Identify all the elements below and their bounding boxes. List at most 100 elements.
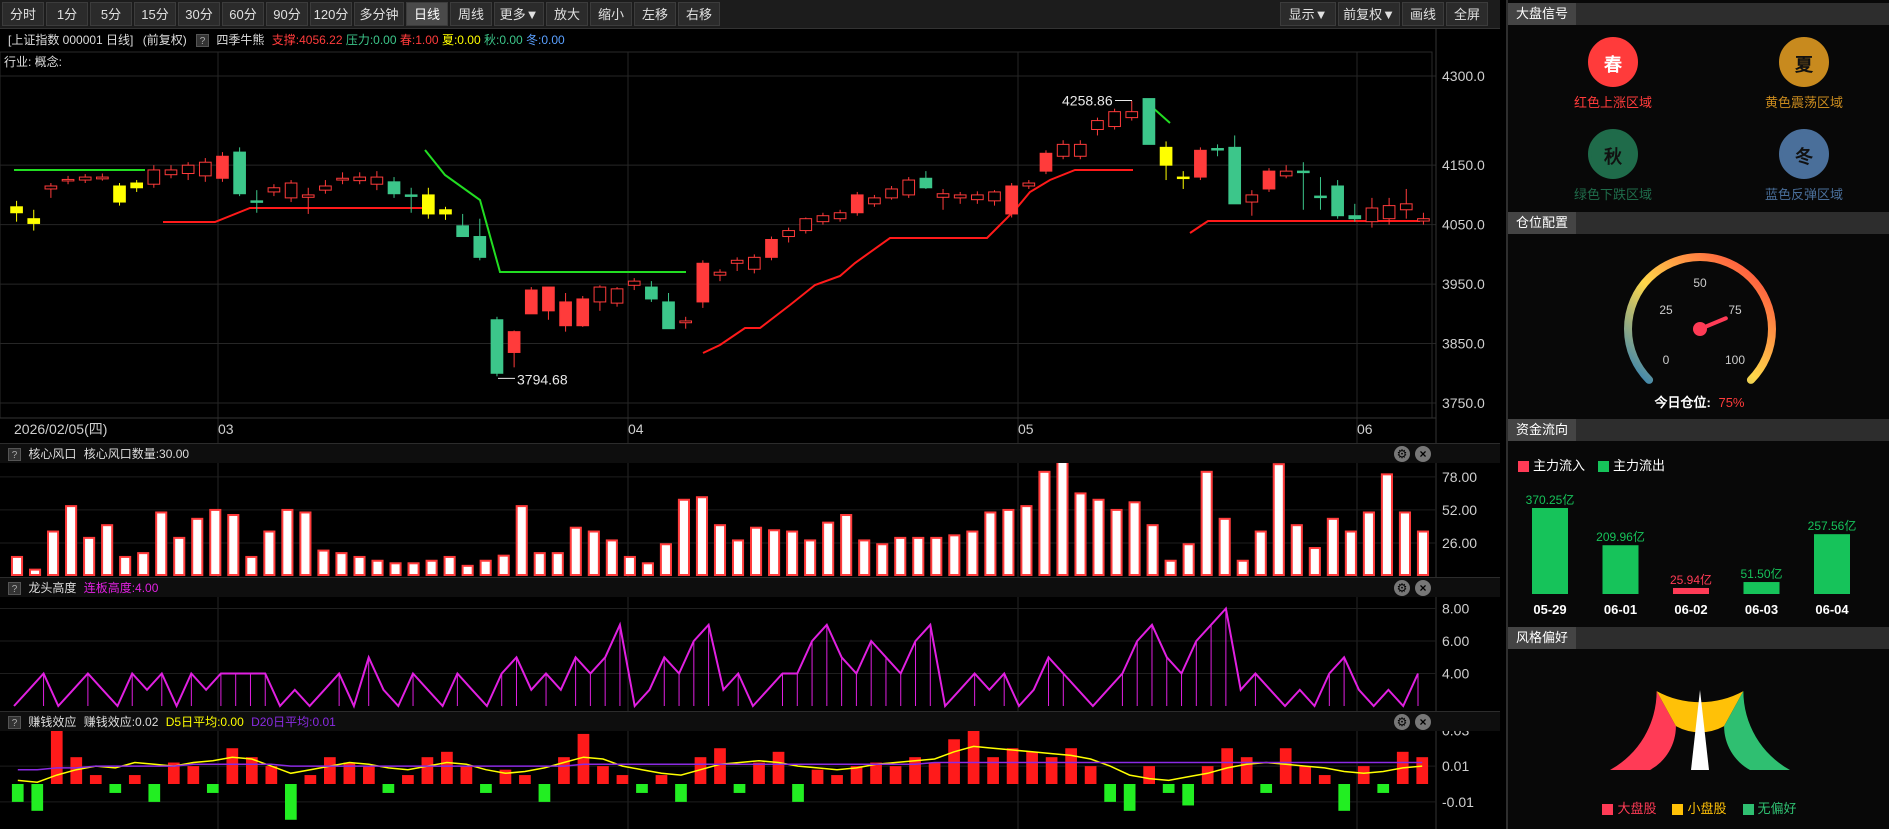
- panel3-bar-56: [1104, 784, 1116, 802]
- candle-60: [1039, 150, 1053, 175]
- period-button-13[interactable]: 缩小: [590, 2, 632, 26]
- panel1-bar-13: [245, 555, 258, 576]
- help-icon[interactable]: ?: [196, 34, 210, 48]
- period-button-1[interactable]: 1分: [46, 2, 88, 26]
- period-button-15[interactable]: 右移: [678, 2, 720, 26]
- candle-15: [267, 184, 281, 197]
- panel2-help-icon[interactable]: ?: [8, 582, 21, 596]
- panel3-bar-30: [597, 766, 609, 784]
- candle-32: [559, 293, 572, 332]
- period-button-4[interactable]: 30分: [178, 2, 220, 26]
- period-button-10[interactable]: 周线: [450, 2, 492, 26]
- panel3-close-icon[interactable]: ×: [1415, 714, 1431, 730]
- right-sidebar: 大盘信号 春红色上涨区域 夏黄色震荡区域秋绿色下跌区域 冬蓝色反弹区域 仓位配置 0…: [1506, 0, 1889, 829]
- candle-body: [507, 331, 521, 353]
- period-button-0[interactable]: 分时: [2, 2, 44, 26]
- candle-body: [301, 194, 315, 198]
- period-button-9[interactable]: 日线: [406, 2, 448, 26]
- candle-body: [147, 169, 161, 185]
- summer-value: 夏:0.00: [441, 33, 481, 47]
- flow-date-3: 06-03: [1745, 602, 1778, 617]
- candle-41: [713, 269, 727, 282]
- month-label-3: 06: [1357, 421, 1373, 437]
- flow-value-4: 257.56亿: [1808, 518, 1857, 533]
- candle-3: [61, 175, 75, 185]
- candle-body: [1348, 215, 1362, 220]
- candle-body: [198, 161, 212, 177]
- panel1-bar-64: [1164, 559, 1177, 576]
- panel1-bar-43: [786, 530, 799, 577]
- candle-19: [336, 172, 349, 185]
- period-button-3[interactable]: 15分: [134, 2, 176, 26]
- panel1-bar-4: [83, 536, 96, 576]
- candle-body: [1399, 203, 1413, 211]
- candle-68: [1176, 171, 1190, 189]
- candle-82: [1417, 212, 1430, 225]
- candle-61: [1056, 140, 1070, 160]
- period-button-8[interactable]: 多分钟: [354, 2, 404, 26]
- candle-0: [10, 200, 23, 222]
- panel1-bar-28: [515, 505, 528, 576]
- candle-71: [1228, 135, 1242, 205]
- style-legend-item-1: 小盘股: [1672, 801, 1727, 816]
- panel1-bar-5: [101, 524, 114, 576]
- period-button-11[interactable]: 更多▼: [494, 2, 544, 26]
- style-legend-item-0: 大盘股: [1602, 801, 1656, 816]
- panel1-close-icon[interactable]: ×: [1415, 446, 1431, 462]
- period-button-7[interactable]: 120分: [310, 2, 352, 26]
- period-button-14[interactable]: 左移: [634, 2, 676, 26]
- panel2-gear-icon[interactable]: ⚙: [1394, 580, 1410, 596]
- candle-body: [765, 239, 778, 258]
- candle-49: [850, 191, 864, 216]
- position-title: 仓位配置: [1508, 212, 1577, 234]
- panel3-value: 赚钱效应:0.02: [83, 715, 159, 729]
- panel2-tick-1: 6.00: [1442, 633, 1469, 649]
- right-toolbar-button-1[interactable]: 前复权▼: [1338, 2, 1400, 26]
- panel1-bar-16: [299, 511, 312, 576]
- panel3-bar-4: [89, 775, 102, 784]
- panel1-bar-39: [713, 524, 727, 576]
- candle-body: [576, 298, 590, 327]
- panel3-bar-26: [519, 775, 531, 784]
- candle-body: [1108, 111, 1121, 128]
- candle-body: [61, 178, 75, 182]
- candle-26: [456, 213, 469, 238]
- candle-22: [387, 177, 401, 198]
- panel2-close-icon[interactable]: ×: [1415, 580, 1431, 596]
- panel3-help-icon[interactable]: ?: [8, 716, 21, 730]
- candle-12: [216, 152, 229, 182]
- panel3-bar-42: [831, 775, 843, 784]
- position-gauge: 0 25 50 75 100: [1624, 253, 1776, 384]
- panel3-gear-icon[interactable]: ⚙: [1394, 714, 1410, 730]
- panel1-help-icon[interactable]: ?: [8, 448, 21, 462]
- candle-25: [439, 206, 452, 220]
- price-tick-2: 4050.0: [1442, 217, 1485, 233]
- candle-body: [1142, 98, 1156, 145]
- panel1-bar-54: [984, 511, 997, 576]
- candle-39: [679, 316, 693, 329]
- inflow-swatch: [1518, 461, 1529, 473]
- candle-body: [1228, 146, 1242, 205]
- adjust-mode[interactable]: (前复权): [143, 33, 187, 47]
- right-toolbar-button-0[interactable]: 显示▼: [1280, 2, 1336, 26]
- panel3-bar-64: [1260, 784, 1273, 793]
- panel1-bar-49: [894, 536, 907, 576]
- right-toolbar-button-2[interactable]: 画线: [1402, 2, 1444, 26]
- period-button-6[interactable]: 90分: [266, 2, 308, 26]
- panel1-bar-6: [119, 555, 132, 576]
- period-button-12[interactable]: 放大: [546, 2, 588, 26]
- candle-8: [147, 165, 161, 188]
- period-button-2[interactable]: 5分: [90, 2, 132, 26]
- candle-35: [610, 287, 624, 307]
- panel1-gear-icon[interactable]: ⚙: [1394, 446, 1410, 462]
- panel1-bar-8: [155, 511, 168, 576]
- panel1-bar-53: [966, 530, 979, 577]
- right-toolbar-button-3[interactable]: 全屏: [1446, 2, 1488, 26]
- period-button-5[interactable]: 60分: [222, 2, 264, 26]
- panel1-bar-2: [47, 530, 60, 577]
- panel1-bar-59: [1074, 492, 1087, 577]
- panel1-bar-18: [335, 552, 348, 576]
- candle-62: [1073, 140, 1087, 160]
- candle-69: [1194, 147, 1207, 181]
- panel1-bar-67: [1218, 517, 1231, 577]
